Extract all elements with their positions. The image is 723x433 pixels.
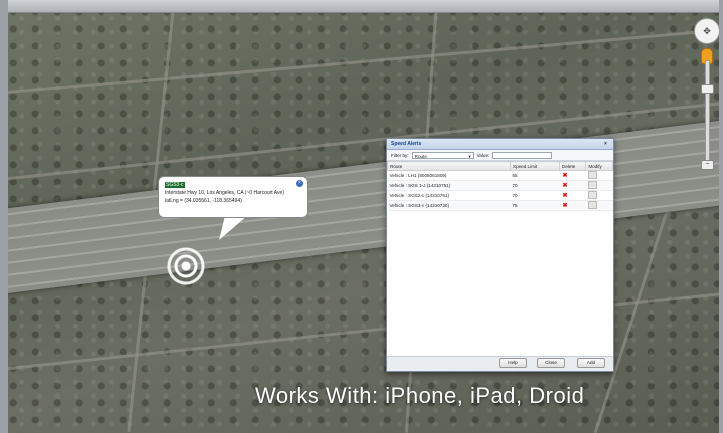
column-header-modify: Modify: [585, 161, 613, 171]
table-row[interactable]: Vehicle : SGS3-c (14310730) 75 ✖: [387, 200, 613, 211]
table-row[interactable]: Vehicle : SGS2-c (14310751) 70 ✖: [387, 190, 613, 201]
column-header-speed-limit[interactable]: Speed Limit: [510, 161, 560, 171]
delete-icon[interactable]: ✖: [562, 193, 569, 199]
pan-control-icon[interactable]: ✥: [694, 18, 720, 44]
latlng-text: latLng = (34.035561, -118.365494): [165, 198, 242, 204]
filter-bar: Filter by: Route ▼ Value:: [387, 150, 613, 161]
window-right-edge: [719, 0, 723, 433]
help-button[interactable]: Help: [499, 358, 527, 368]
column-header-delete: Delete: [558, 161, 587, 171]
table-row[interactable]: Vehicle : LH1 (8008061809) 65 ✖: [387, 170, 613, 181]
modify-icon[interactable]: [587, 191, 597, 199]
street: [1, 28, 722, 95]
delete-icon[interactable]: ✖: [562, 183, 569, 189]
screenshot-frame: SGS3-c Interstate Hwy 10, Los Angeles, C…: [0, 0, 723, 433]
filter-select[interactable]: Route ▼: [411, 151, 474, 159]
window-top-bar: [0, 0, 723, 13]
info-bubble: SGS3-c Interstate Hwy 10, Los Angeles, C…: [158, 176, 308, 218]
delete-icon[interactable]: ✖: [562, 203, 569, 209]
add-button[interactable]: Add: [577, 358, 605, 368]
window-left-edge: [0, 0, 8, 433]
delete-icon[interactable]: ✖: [562, 173, 569, 179]
zoom-slider-handle[interactable]: [701, 84, 714, 94]
speed-limit-cell: 75: [510, 200, 560, 211]
route-cell: Vehicle : LH1 (8008061809): [387, 170, 511, 181]
freeway: [0, 117, 723, 296]
chevron-down-icon: ▼: [467, 153, 472, 159]
dialog-footer: Help Close Add: [387, 356, 613, 371]
speed-limit-cell: 70: [510, 190, 560, 201]
dialog-title-bar: Speed Alerts ×: [387, 139, 613, 150]
location-marker-icon[interactable]: [164, 244, 208, 288]
modify-icon[interactable]: [587, 181, 597, 189]
filter-label: Filter by:: [391, 152, 409, 158]
zoom-slider-track[interactable]: [705, 60, 710, 167]
route-cell: Vehicle : SGS3-c (14310730): [387, 200, 511, 211]
speed-limit-cell: 70: [510, 180, 560, 191]
close-icon[interactable]: ×: [604, 141, 610, 147]
speed-alerts-dialog: Speed Alerts × Filter by: Route ▼ Value:…: [386, 138, 614, 372]
route-cell: Vehicle : SGS 1-J (14310751): [387, 180, 511, 191]
tagline: Works With: iPhone, iPad, Droid: [255, 383, 585, 408]
speed-limit-cell: 65: [510, 170, 560, 181]
filter-value-input[interactable]: [492, 151, 553, 159]
zoom-out-button[interactable]: −: [701, 160, 714, 170]
close-icon[interactable]: ×: [296, 180, 303, 187]
modify-icon[interactable]: [587, 171, 597, 179]
close-button[interactable]: Close: [537, 358, 565, 368]
dialog-title: Speed Alerts: [391, 141, 422, 147]
vehicle-id-label: SGS3-c: [165, 182, 185, 188]
modify-icon[interactable]: [587, 201, 597, 209]
table-header-row: Route Speed Limit Delete Modify: [387, 161, 613, 171]
column-header-route[interactable]: Route: [387, 161, 511, 171]
filter-value-label: Value:: [476, 152, 490, 158]
speed-alerts-table: Route Speed Limit Delete Modify Vehicle …: [387, 161, 613, 211]
address-text: Interstate Hwy 10, Los Angeles, CA (~0 H…: [165, 190, 284, 196]
route-cell: Vehicle : SGS2-c (14310751): [387, 190, 511, 201]
filter-select-value: Route: [414, 153, 427, 159]
table-row[interactable]: Vehicle : SGS 1-J (14310751) 70 ✖: [387, 180, 613, 191]
